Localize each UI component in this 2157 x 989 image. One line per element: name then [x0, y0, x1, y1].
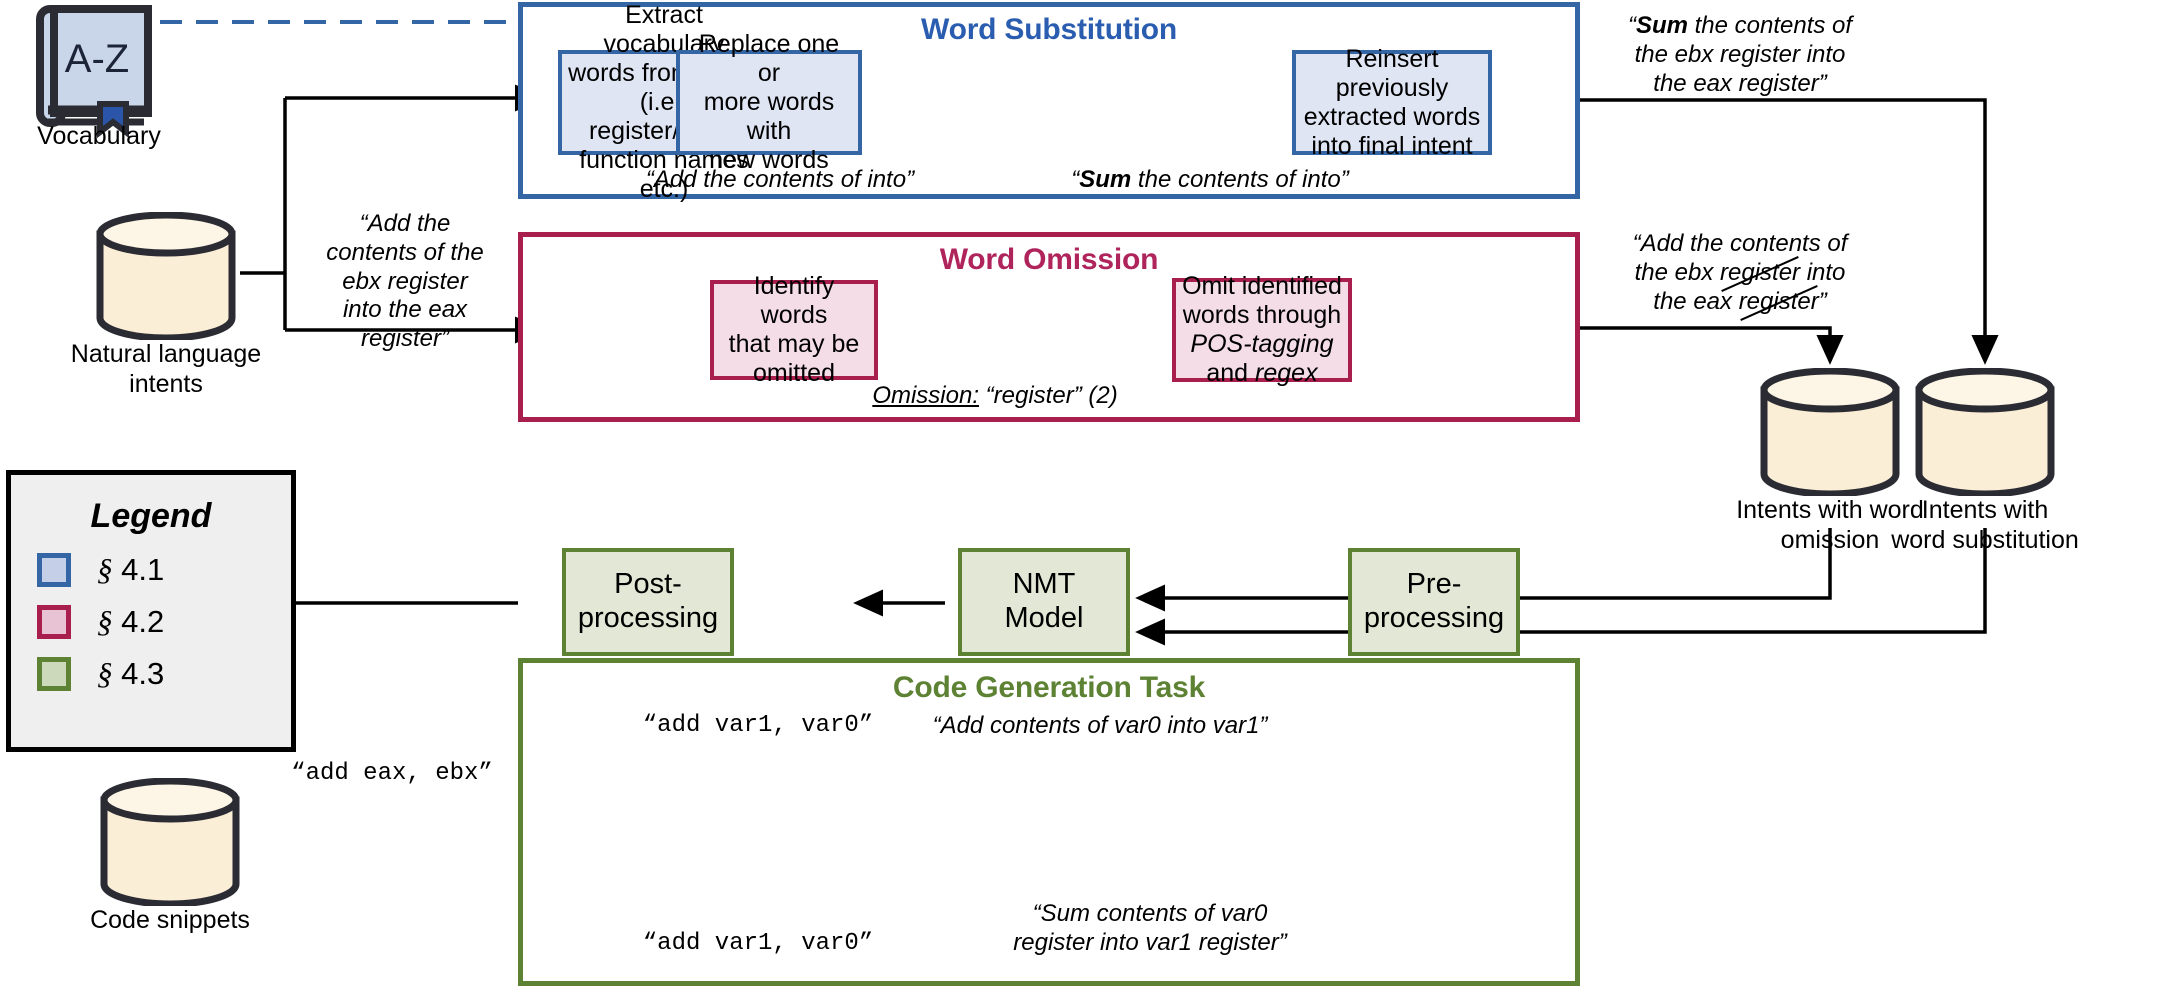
codegen-caption-top-right: “Add contents of var0 into var1”	[932, 712, 1268, 739]
nl-intents-label: Natural language intents	[70, 340, 262, 398]
legend-panel: Legend § 4.1 § 4.2 § 4.3	[6, 470, 296, 752]
code-snippets-label: Code snippets	[90, 906, 250, 934]
cylinder-icon	[1915, 367, 2055, 498]
omission-caption: Omission: “register” (2)	[872, 382, 1118, 409]
cylinder-icon	[1760, 367, 1900, 498]
substitution-caption-right: “Sum the contents of into”	[1071, 166, 1349, 193]
legend-item-42: § 4.2	[37, 604, 291, 640]
legend-label-42: § 4.2	[97, 604, 165, 639]
legend-label-43: § 4.3	[97, 656, 165, 691]
legend-item-41: § 4.1	[37, 552, 291, 588]
post-processing-box: Post- processing	[562, 548, 734, 656]
code-generation-title: Code Generation Task	[892, 671, 1206, 704]
code-snippets-db: Code snippets	[90, 777, 250, 934]
legend-swatch-green	[37, 657, 71, 691]
svg-text:A-Z: A-Z	[65, 37, 129, 81]
codegen-output-caption: “add eax, ebx”	[291, 760, 493, 787]
cylinder-icon	[96, 211, 236, 342]
legend-item-43: § 4.3	[37, 656, 291, 692]
omission-output-quote: “Add the contents of the ebx register in…	[1632, 230, 1848, 315]
vocabulary-icon: A-Z Vocabulary	[34, 4, 164, 150]
legend-label-41: § 4.1	[97, 552, 165, 587]
intents-substitution-label: Intents with word substitution	[1891, 496, 2079, 554]
legend-title: Legend	[90, 497, 212, 535]
identify-words-box: Identify words that may be omitted	[710, 272, 878, 387]
vocabulary-label: Vocabulary	[37, 122, 161, 150]
replace-words-box: Replace one or more words with new words	[676, 30, 862, 174]
intents-with-word-omission-db: Intents with word omission	[1736, 367, 1924, 554]
substitution-caption-left: “Add the contents of into”	[645, 166, 915, 193]
omit-words-box: Omit identified words through POS-taggin…	[1172, 272, 1352, 387]
cylinder-icon	[100, 777, 240, 908]
codegen-caption-bottom-right: “Sum contents of var0 register into var1…	[1013, 900, 1287, 956]
substitution-output-quote: “Sum the contents of the ebx register in…	[1627, 12, 1853, 97]
natural-language-intents-db: Natural language intents	[71, 211, 261, 398]
codegen-caption-top-left: “add var1, var0”	[642, 712, 874, 739]
nmt-model-box: NMT Model	[958, 548, 1130, 656]
legend-swatch-blue	[37, 553, 71, 587]
reinsert-words-box: Reinsert previously extracted words into…	[1292, 45, 1492, 160]
diagram-canvas: A-Z Vocabulary Natural language intents …	[0, 0, 2157, 989]
word-omission-title: Word Omission	[939, 243, 1159, 276]
legend-swatch-pink	[37, 605, 71, 639]
pre-processing-box: Pre- processing	[1348, 548, 1520, 656]
input-intent-quote: “Add the contents of the ebx register in…	[326, 210, 484, 353]
intents-with-word-substitution-db: Intents with word substitution	[1891, 367, 2079, 554]
codegen-caption-bottom-left: “add var1, var0”	[642, 930, 874, 957]
